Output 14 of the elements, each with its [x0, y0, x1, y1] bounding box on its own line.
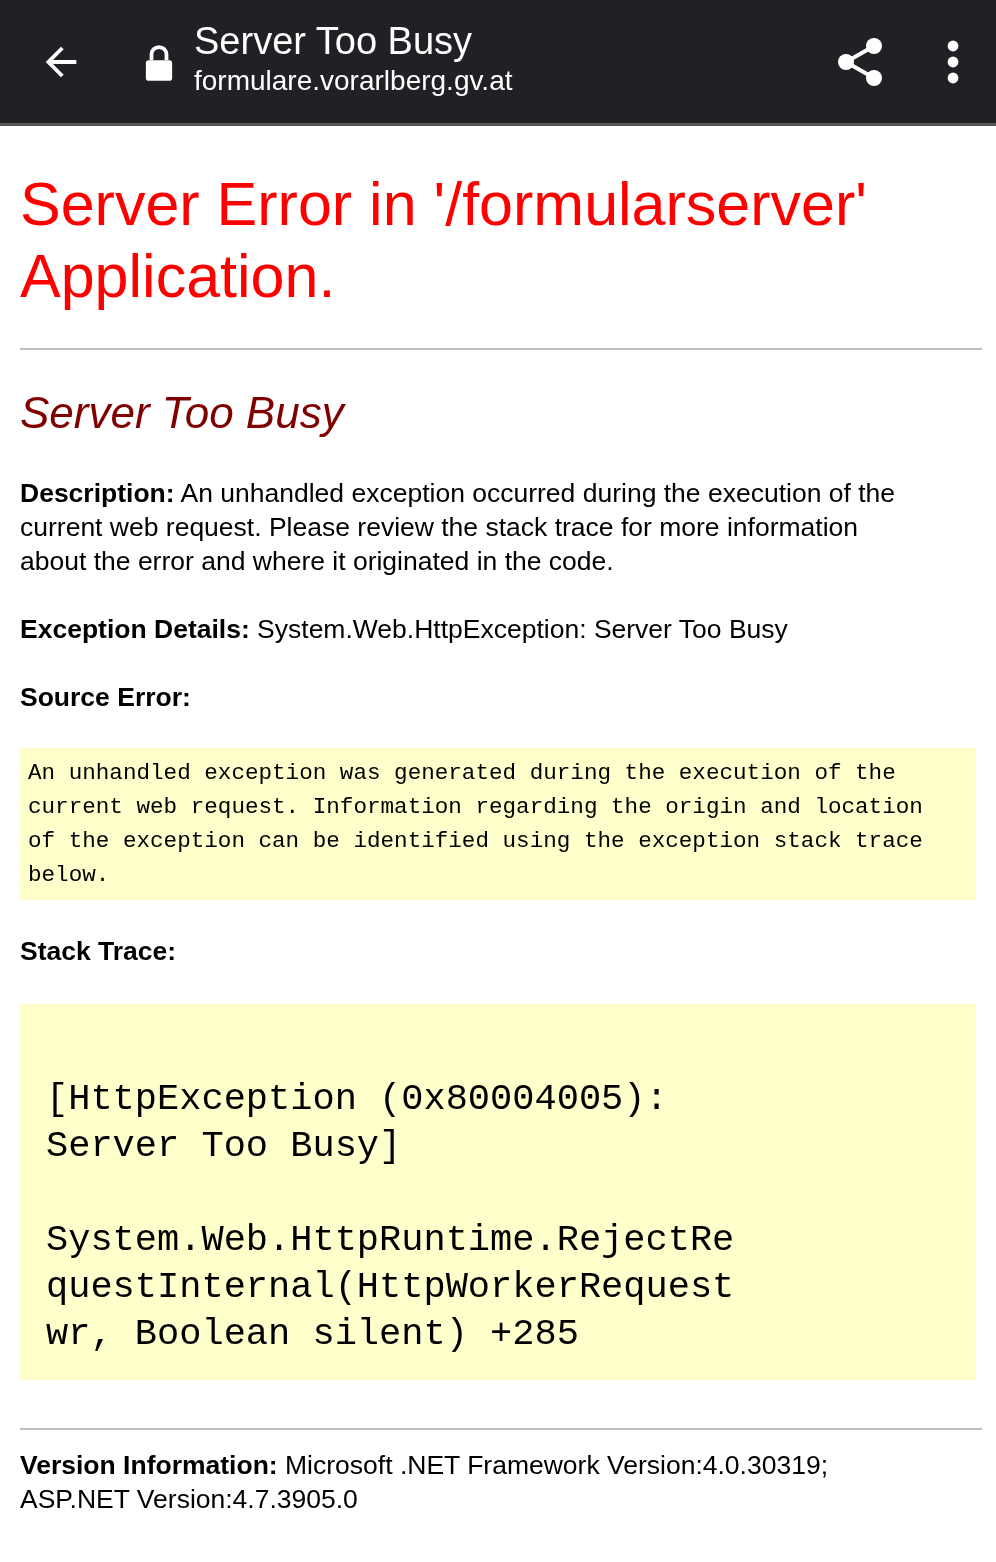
- source-error-text: An unhandled exception was generated during the execution of the current web request. Information regarding the origin and location of the exception can be identified using the exception stack trace below.: [20, 748, 976, 900]
- exception-details-text: Exception Details: System.Web.HttpException: Server Too Busy: [20, 613, 789, 646]
- stack-trace-label: Stack Trace:: [20, 935, 178, 968]
- stack-trace-text: [HttpException (0x80004005): Server Too Busy] System.Web.HttpRuntime.RejectRe questInternal(HttpWorkerRequest wr, Boolean silent) +285: [20, 1004, 976, 1380]
- error-heading: Server Error in '/formularserver' Application.: [20, 169, 868, 312]
- page-url[interactable]: formulare.vorarlberg.gv.at: [194, 65, 836, 97]
- error-subheading: Server Too Busy: [20, 388, 347, 438]
- more-icon[interactable]: [946, 39, 960, 84]
- source-error-label: Source Error:: [20, 681, 192, 714]
- share-icon[interactable]: [836, 35, 884, 88]
- version-info-text: Version Information: Microsoft .NET Framework Version:4.0.30319; ASP.NET Version:4.7.3905.0: [20, 1449, 829, 1516]
- description-text: Description: An unhandled exception occurred during the execution of the current web request. Please review the stack trace for more information about the error and where it originated in the code.: [20, 477, 897, 578]
- page-title: Server Too Busy: [194, 20, 474, 63]
- lock-icon: [144, 42, 174, 81]
